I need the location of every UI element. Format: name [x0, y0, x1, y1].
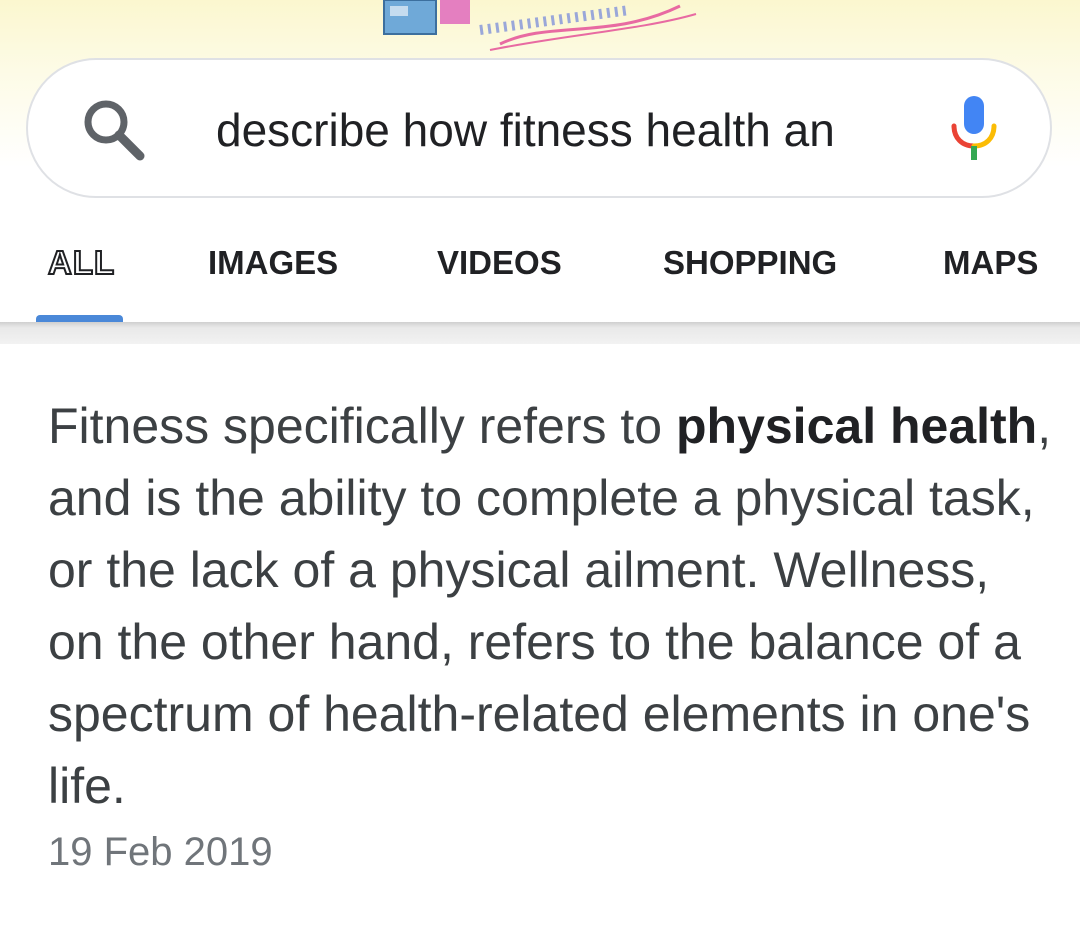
snippet-text-segment: Fitness specifically refers to — [48, 398, 676, 454]
microphone-icon[interactable] — [946, 94, 1002, 166]
featured-snippet-text: Fitness specifically refers to physical … — [48, 390, 1058, 822]
search-bar[interactable]: describe how fitness health an — [26, 58, 1052, 198]
tab-shopping[interactable]: SHOPPING — [663, 222, 837, 322]
tab-all[interactable]: ALL — [47, 222, 115, 322]
tab-images[interactable]: IMAGES — [208, 222, 338, 322]
tab-maps[interactable]: MAPS — [943, 222, 1038, 322]
tab-videos[interactable]: VIDEOS — [437, 222, 562, 322]
search-icon[interactable] — [80, 96, 148, 164]
snippet-bold-segment: physical health — [675, 398, 1038, 454]
header: describe how fitness health an ALL IMAGE… — [0, 0, 1080, 322]
search-input[interactable]: describe how fitness health an — [216, 100, 916, 160]
snippet-date: 19 Feb 2019 — [48, 830, 273, 874]
doodle-image[interactable] — [380, 0, 700, 54]
snippet-text-segment: , and is the ability to complete a physi… — [48, 398, 1052, 814]
active-tab-indicator — [36, 315, 123, 322]
search-tabs: ALL IMAGES VIDEOS SHOPPING MAPS — [0, 222, 1080, 322]
divider — [0, 322, 1080, 344]
